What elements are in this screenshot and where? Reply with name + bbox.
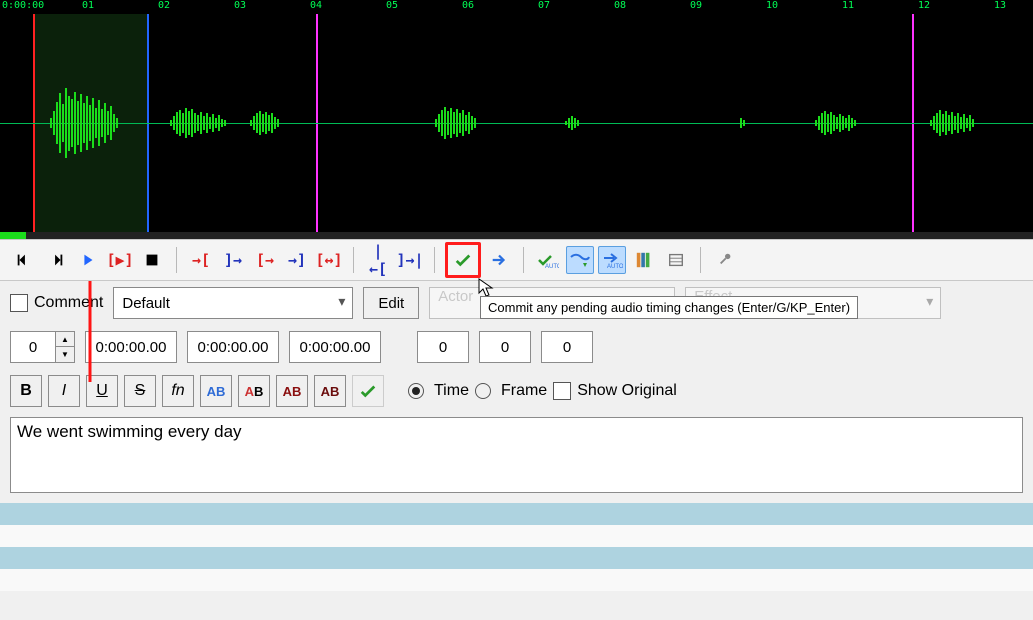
primary-color-button[interactable]: AB — [200, 375, 232, 407]
play-line-button[interactable]: [▶] — [106, 246, 134, 274]
ruler-tick: 12 — [918, 0, 930, 11]
ruler-tick: 03 — [234, 0, 246, 11]
edit-style-button[interactable]: Edit — [363, 287, 419, 319]
next-line-button[interactable] — [42, 246, 70, 274]
next-commit-button[interactable] — [485, 246, 513, 274]
ruler-tick: 04 — [310, 0, 322, 11]
table-row[interactable] — [0, 503, 1033, 525]
audio-toolbar: [▶] →[ ]→ [→ →] [↔] |←[ ]→| AUTO AUTO Co… — [0, 239, 1033, 281]
style-select[interactable]: Default — [113, 287, 353, 319]
play-before-start-button[interactable]: →[ — [187, 246, 215, 274]
play-before-end-button[interactable]: [→ — [251, 246, 279, 274]
auto-scroll-toggle[interactable] — [566, 246, 594, 274]
ruler-tick: 13 — [994, 0, 1006, 11]
play-selection-button[interactable] — [74, 246, 102, 274]
underline-button[interactable]: U — [86, 375, 118, 407]
svg-text:AUTO: AUTO — [607, 264, 623, 269]
shadow-color-button[interactable]: AB — [314, 375, 346, 407]
svg-text:AUTO: AUTO — [545, 264, 559, 269]
waveform-panel[interactable]: 0:00:00 01 02 03 04 05 06 07 08 09 10 11… — [0, 0, 1033, 239]
time-ruler[interactable]: 0:00:00 01 02 03 04 05 06 07 08 09 10 11… — [0, 0, 1033, 14]
prev-line-button[interactable] — [10, 246, 38, 274]
layer-spinner[interactable]: ▲▼ — [10, 331, 75, 363]
layer-down[interactable]: ▼ — [56, 347, 74, 362]
table-row[interactable] — [0, 547, 1033, 569]
show-original-checkbox[interactable]: Show Original — [553, 382, 677, 400]
waveform-canvas[interactable] — [0, 14, 1033, 232]
outline-color-button[interactable]: AB — [276, 375, 308, 407]
subtitle-text-editor[interactable]: We went swimming every day — [10, 417, 1023, 493]
frame-radio[interactable]: Frame — [475, 382, 547, 400]
comment-label: Comment — [34, 294, 103, 312]
subtitle-grid[interactable] — [0, 503, 1033, 591]
margin-left-input[interactable]: 0 — [417, 331, 469, 363]
duration-input[interactable]: 0:00:00.00 — [289, 331, 381, 363]
ruler-tick: 07 — [538, 0, 550, 11]
format-row: B I U S fn AB AB AB AB Time Frame Show O… — [0, 369, 1033, 413]
margin-right-input[interactable]: 0 — [479, 331, 531, 363]
karaoke-toggle[interactable] — [711, 246, 739, 274]
ruler-tick: 08 — [614, 0, 626, 11]
commit-button[interactable] — [445, 242, 481, 278]
table-row[interactable] — [0, 569, 1033, 591]
ruler-tick: 10 — [766, 0, 778, 11]
ruler-tick: 06 — [462, 0, 474, 11]
stop-button[interactable] — [138, 246, 166, 274]
table-row[interactable] — [0, 525, 1033, 547]
layer-up[interactable]: ▲ — [56, 332, 74, 347]
waveform-baseline — [0, 123, 1033, 124]
commit-text-button[interactable] — [352, 375, 384, 407]
comment-checkbox[interactable]: Comment — [10, 294, 103, 312]
ruler-tick: 02 — [158, 0, 170, 11]
ruler-tick: 01 — [82, 0, 94, 11]
play-after-end-button[interactable]: →] — [283, 246, 311, 274]
secondary-color-button[interactable]: AB — [238, 375, 270, 407]
ruler-tick: 11 — [842, 0, 854, 11]
time-radio[interactable]: Time — [408, 382, 469, 400]
tooltip: Commit any pending audio timing changes … — [480, 296, 858, 319]
strikeout-button[interactable]: S — [124, 375, 156, 407]
play-around-button[interactable]: [↔] — [315, 246, 343, 274]
lead-out-button[interactable]: ]→| — [396, 246, 424, 274]
auto-commit-toggle[interactable]: AUTO — [534, 246, 562, 274]
playback-progress — [0, 232, 26, 239]
end-time-input[interactable]: 0:00:00.00 — [187, 331, 279, 363]
ruler-tick: 0:00:00 — [2, 0, 44, 11]
spectrum-toggle[interactable] — [630, 246, 658, 274]
layer-input[interactable] — [11, 332, 55, 362]
subtitle-time-row: ▲▼ 0:00:00.00 0:00:00.00 0:00:00.00 0 0 … — [0, 325, 1033, 369]
ruler-tick: 09 — [690, 0, 702, 11]
playback-position-bar[interactable] — [0, 232, 1033, 239]
bold-button[interactable]: B — [10, 375, 42, 407]
auto-next-toggle[interactable]: AUTO — [598, 246, 626, 274]
ruler-tick: 05 — [386, 0, 398, 11]
lead-in-button[interactable]: |←[ — [364, 246, 392, 274]
font-name-button[interactable]: fn — [162, 375, 194, 407]
start-time-input[interactable]: 0:00:00.00 — [85, 331, 177, 363]
video-position-toggle[interactable] — [662, 246, 690, 274]
play-after-start-button[interactable]: ]→ — [219, 246, 247, 274]
margin-vert-input[interactable]: 0 — [541, 331, 593, 363]
italic-button[interactable]: I — [48, 375, 80, 407]
